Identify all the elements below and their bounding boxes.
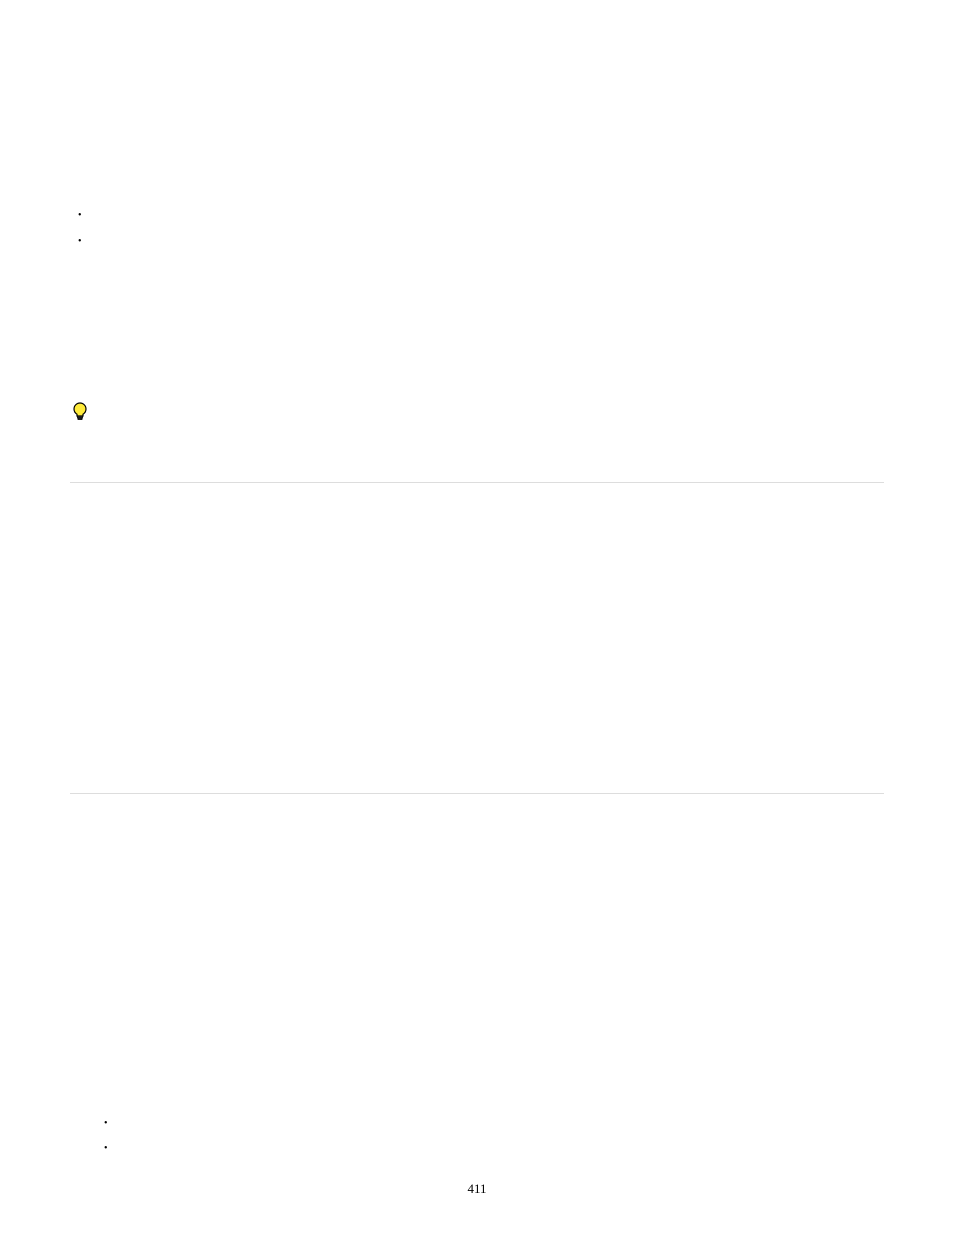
top-bullet-list [78, 210, 884, 252]
horizontal-divider [70, 793, 884, 794]
bottom-bullet-list [104, 1118, 884, 1159]
list-item [78, 236, 884, 252]
list-item [78, 210, 884, 226]
list-item [104, 1118, 884, 1134]
page-number: 411 [467, 1181, 486, 1197]
lightbulb-icon [72, 402, 88, 427]
list-item [104, 1143, 884, 1159]
document-page: 411 [0, 0, 954, 1235]
horizontal-divider [70, 482, 884, 483]
